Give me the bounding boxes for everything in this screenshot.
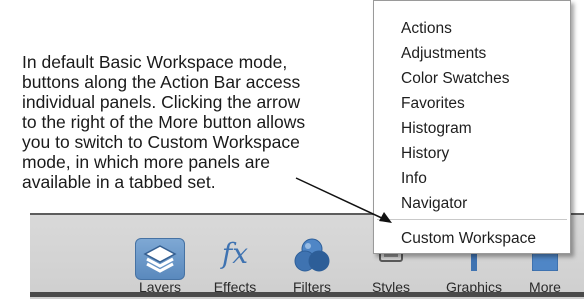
callout-arrow	[295, 177, 392, 223]
